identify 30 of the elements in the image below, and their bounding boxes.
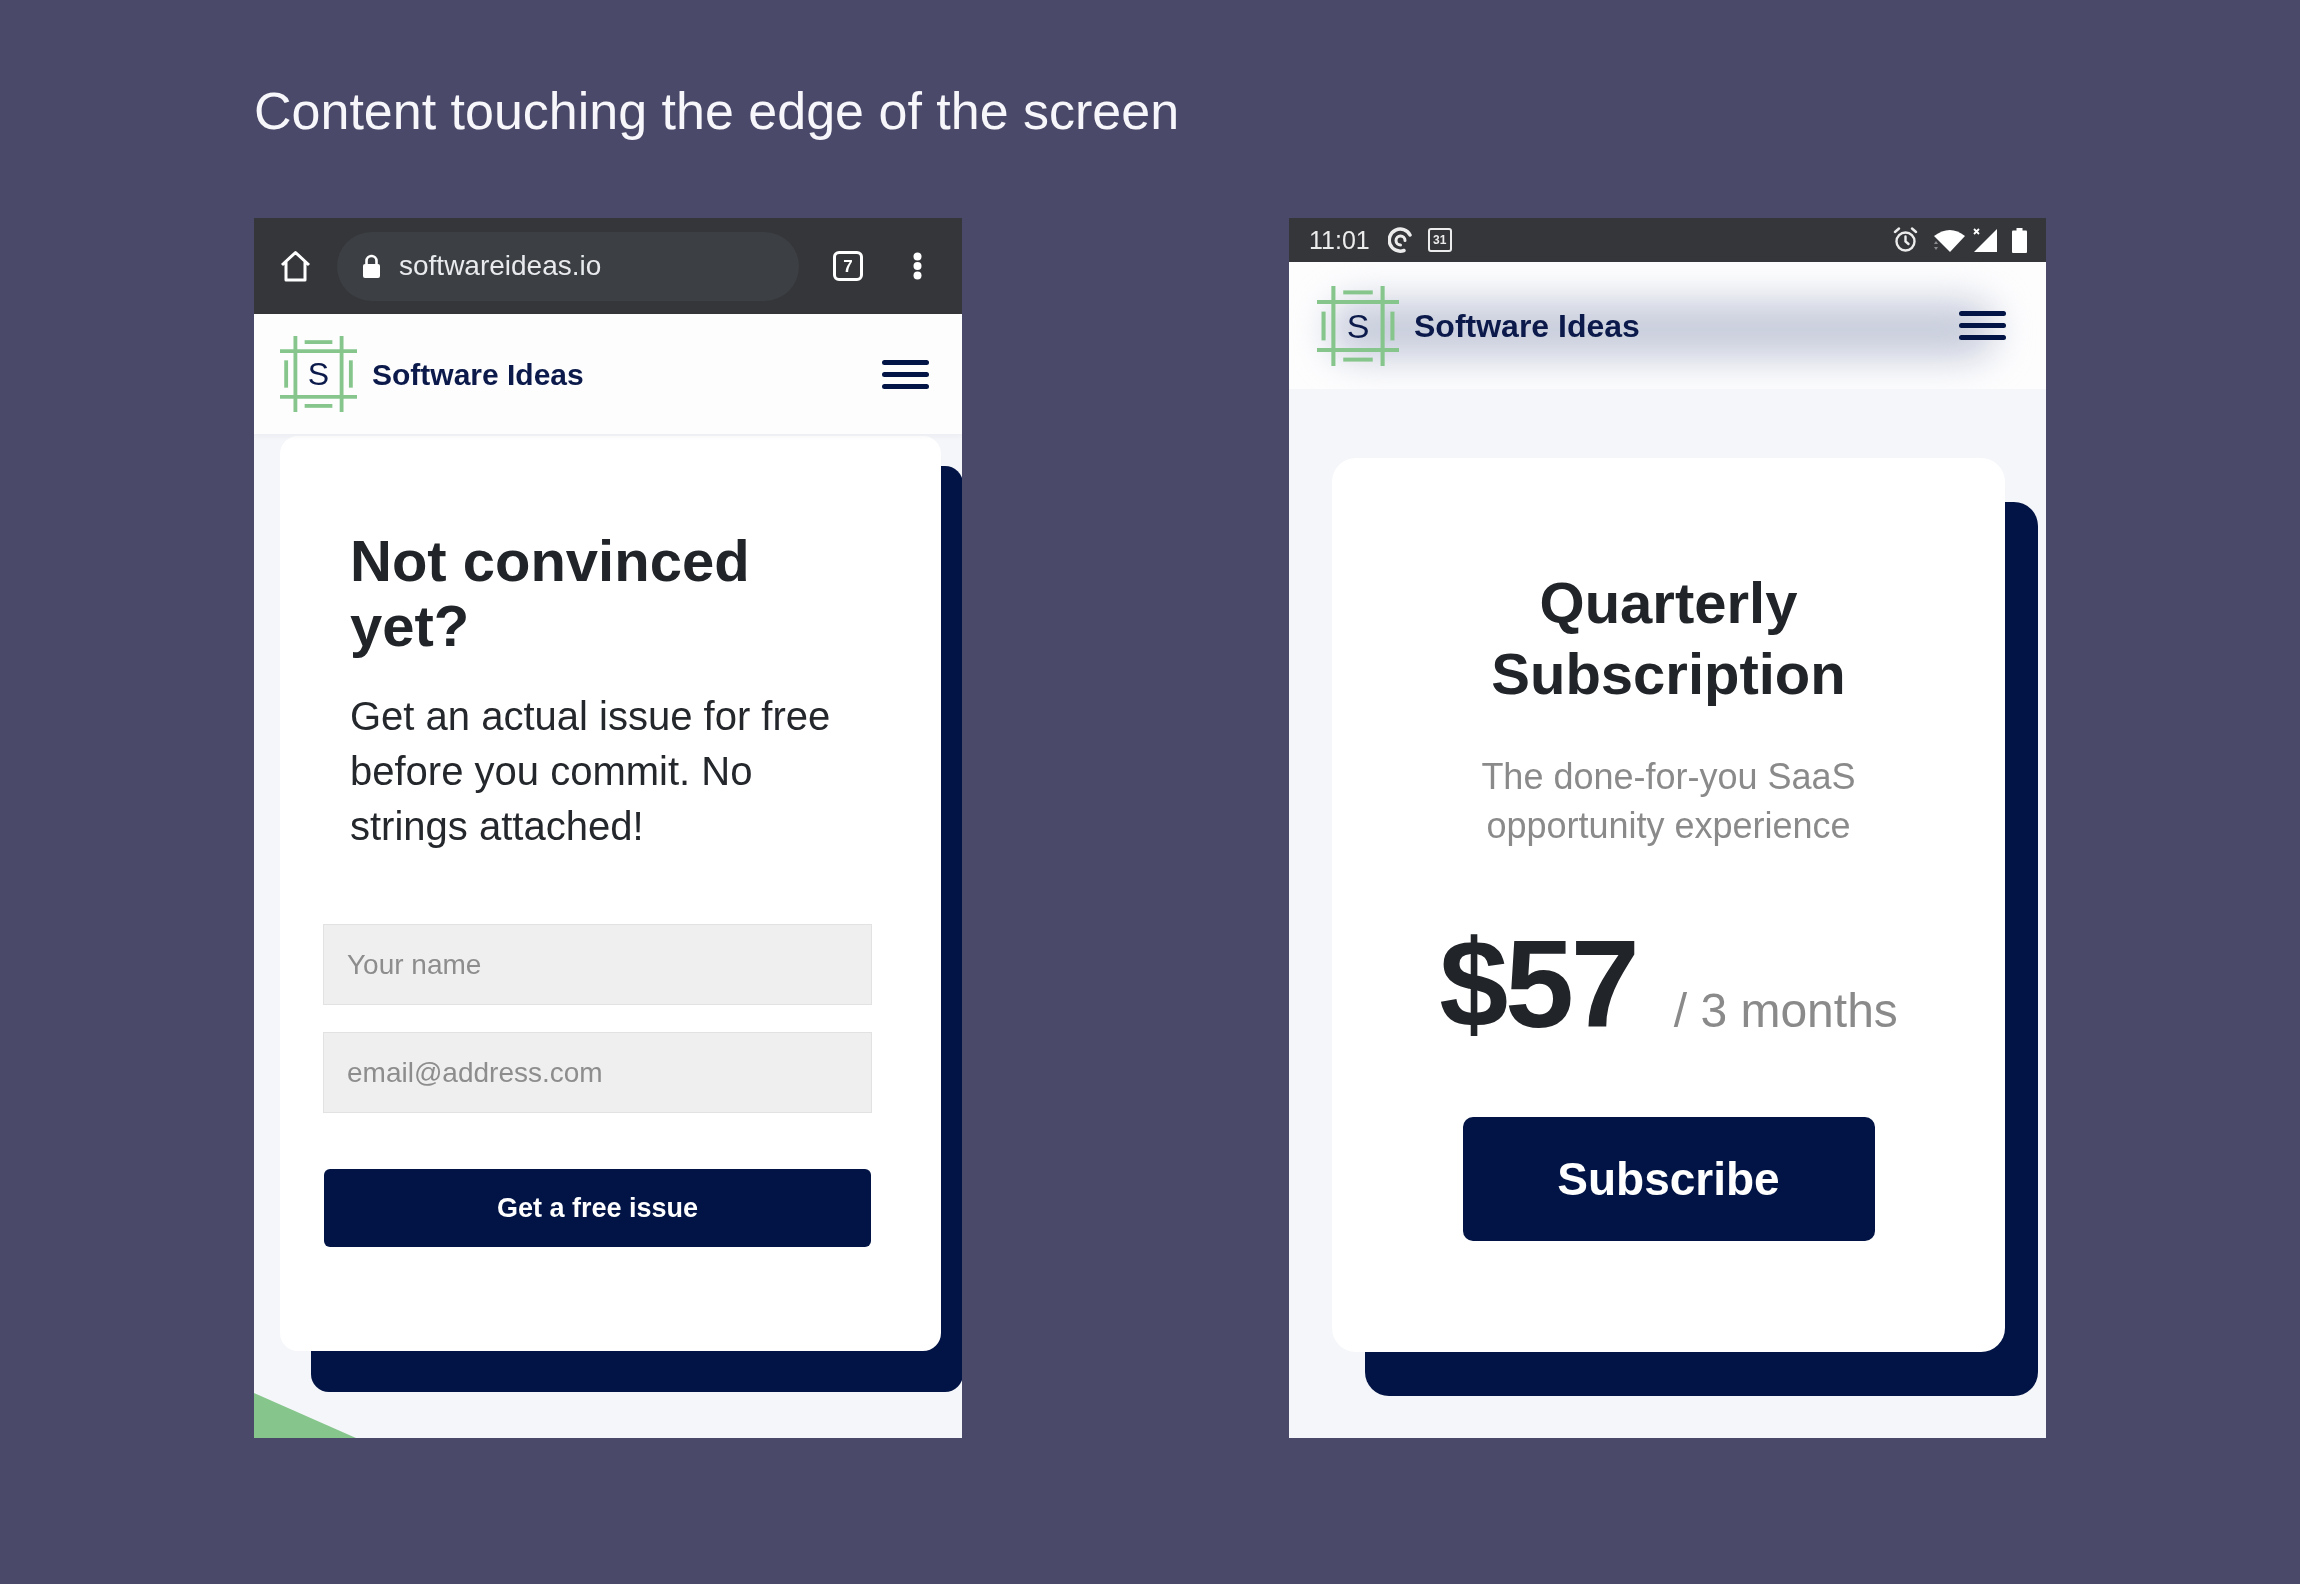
logo: S: [280, 336, 357, 412]
battery-icon: [2012, 227, 2027, 253]
calendar-icon: 31: [1427, 228, 1452, 252]
clock-time: 11:01: [1309, 227, 1370, 253]
input-field[interactable]: email@address.com: [323, 1032, 872, 1113]
signal-icon: [1973, 227, 1998, 253]
wifi-icon: [1932, 227, 1965, 253]
address-field[interactable]: softwareideas.io: [337, 231, 799, 301]
subscribe-button[interactable]: Subscribe: [1462, 1117, 1875, 1241]
menu-icon[interactable]: [882, 359, 929, 389]
card-text: Get an actual issue for free before you commit. No strings attached!: [350, 693, 832, 850]
price: $57: [1439, 922, 1637, 1046]
plan-title: Quarterly Subscription: [1490, 569, 1847, 708]
brand-name[interactable]: Software Ideas: [1414, 301, 1640, 350]
home-icon[interactable]: [280, 250, 311, 282]
lock-icon: [362, 253, 381, 279]
alarm-clock-icon: [1893, 227, 1918, 253]
get-free-issue-button[interactable]: Get a free issue: [324, 1169, 871, 1247]
brand-name[interactable]: Software Ideas: [372, 351, 584, 397]
tab-switcher-button[interactable]: 7: [833, 251, 863, 281]
menu-icon[interactable]: [1959, 311, 2006, 340]
arc-icon: [1387, 227, 1414, 253]
billing-period: / 3 months: [1673, 987, 1898, 1035]
url-text: softwareideas.io: [399, 252, 602, 280]
logo: S: [1317, 285, 1399, 366]
plan-subtitle: The done-for-you SaaS opportunity experience: [1480, 755, 1857, 848]
page-title: Content touching the edge of the screen: [254, 81, 1180, 142]
input-field[interactable]: Your name: [323, 924, 872, 1005]
card-heading: Not convinced yet?: [350, 528, 751, 658]
more-options-icon[interactable]: [913, 252, 922, 280]
